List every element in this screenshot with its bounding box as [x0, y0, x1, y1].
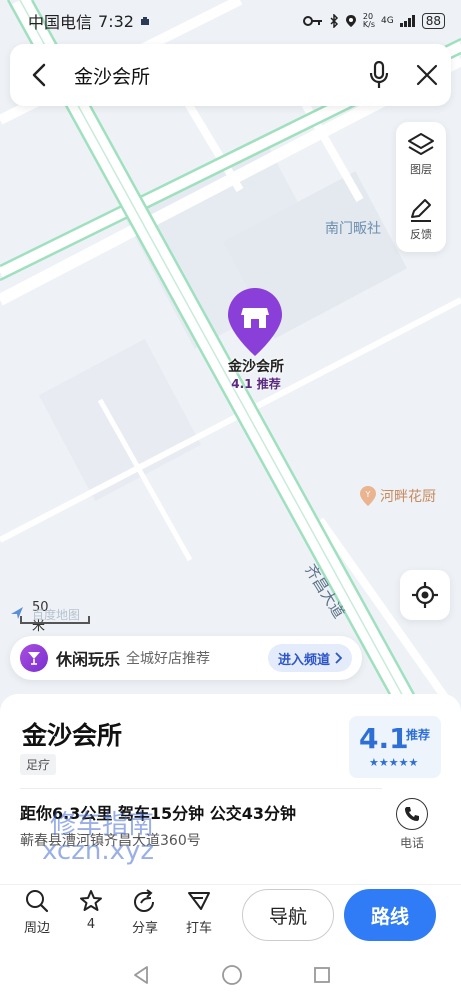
phone-button[interactable]: 电话 [395, 798, 429, 858]
star-icon [80, 890, 102, 911]
enter-channel-button[interactable]: 进入频道 [267, 644, 352, 672]
place-title: 金沙会所 [22, 721, 123, 750]
clear-search-button[interactable] [403, 44, 451, 106]
taxi-label: 打车 [185, 921, 212, 936]
watermark: 修车指南 xczn.xyz [42, 812, 154, 864]
nearby-label: 周边 [23, 921, 50, 936]
cocktail-glyph [28, 652, 40, 665]
app-notification-icon [140, 17, 149, 25]
chevron-right-icon [335, 652, 342, 664]
layers-icon [408, 133, 434, 155]
feedback-button[interactable]: 反馈 [396, 187, 446, 252]
system-nav-bar [0, 950, 461, 1000]
poi-label-hepan[interactable]: Y 河畔花厨 [360, 486, 436, 506]
locate-me-button[interactable] [400, 570, 450, 620]
phone-icon [396, 798, 428, 830]
share-label: 分享 [131, 921, 158, 936]
network-type: 4G [381, 16, 394, 26]
favorite-button[interactable]: 4 [67, 889, 115, 945]
navigate-button[interactable]: 导航 [242, 889, 334, 941]
status-bar: 中国电信 7:32 20 K/s 4G 88 [0, 0, 461, 42]
recents-square-icon[interactable] [313, 966, 331, 984]
rating-score: 4.1 [359, 722, 409, 755]
chevron-left-icon [32, 63, 46, 87]
poi-marker-name: 金沙会所 [228, 359, 284, 375]
cocktail-icon [20, 644, 48, 672]
phone-label: 电话 [399, 836, 424, 850]
search-input[interactable]: 金沙会所 [68, 62, 355, 89]
rating-card[interactable]: 4.1 推荐 ★★★★★ [349, 716, 441, 778]
taxi-button[interactable]: 打车 [175, 889, 223, 945]
layers-button[interactable]: 图层 [396, 122, 446, 187]
favorite-count: 4 [86, 917, 96, 932]
map-tools-panel: 图层 反馈 [396, 122, 446, 252]
bluetooth-icon [330, 14, 338, 28]
microphone-icon [369, 61, 389, 88]
net-speed-unit: K/s [362, 20, 376, 29]
rating-tag: 推荐 [406, 728, 431, 742]
category-tag: 足疗 [20, 754, 57, 775]
enter-channel-label: 进入频道 [277, 652, 330, 668]
clock: 7:32 [98, 11, 134, 31]
edit-icon [411, 199, 431, 222]
feedback-label: 反馈 [410, 228, 432, 241]
rating-stars: ★★★★★ [369, 756, 419, 769]
net-speed: 20 K/s [363, 13, 375, 29]
channel-subtitle: 全城好店推荐 [126, 651, 211, 667]
watermark-line2: xczn.xyz [42, 836, 155, 866]
scale-bar [20, 616, 90, 624]
close-icon [416, 64, 438, 86]
back-triangle-icon[interactable] [131, 965, 151, 985]
share-button[interactable]: 分享 [121, 889, 169, 945]
key-icon [302, 16, 322, 26]
voice-search-button[interactable] [355, 44, 403, 106]
channel-banner[interactable]: 休闲玩乐 全城好店推荐 进入频道 [10, 636, 362, 680]
area-label: 南门畈社 [325, 221, 381, 237]
search-icon [26, 890, 49, 913]
signal-icon [399, 15, 415, 27]
divider [20, 788, 382, 789]
phone-glyph [405, 807, 419, 821]
channel-title: 休闲玩乐 [56, 650, 121, 669]
search-bar: 金沙会所 [10, 44, 451, 106]
back-button[interactable] [10, 44, 68, 106]
watermark-line1: 修车指南 [50, 810, 155, 840]
carrier: 中国电信 [28, 13, 93, 32]
poi-label-text: 河畔花厨 [380, 489, 436, 505]
crosshair-icon [412, 582, 438, 608]
route-button[interactable]: 路线 [344, 889, 436, 941]
action-bar: 周边 4 分享 打车 导航 路线 [0, 884, 461, 946]
layers-label: 图层 [410, 163, 432, 176]
restaurant-pin-icon: Y [360, 486, 376, 506]
home-circle-icon[interactable] [221, 964, 243, 986]
svg-text:Y: Y [365, 490, 371, 499]
poi-marker-rating: 4.1 推荐 [231, 377, 281, 391]
taxi-icon [188, 892, 210, 910]
share-icon [133, 889, 154, 913]
battery-indicator: 88 [421, 13, 445, 29]
location-icon [345, 15, 356, 27]
poi-marker-pin[interactable] [226, 286, 284, 358]
nearby-button[interactable]: 周边 [13, 889, 61, 945]
